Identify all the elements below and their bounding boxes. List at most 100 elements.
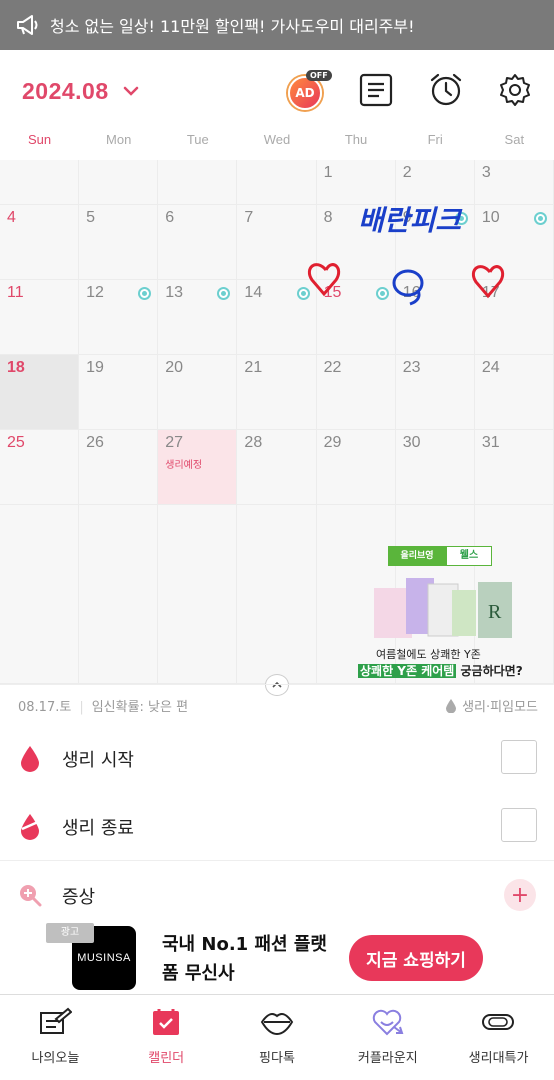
mode-toggle[interactable]: 생리·피임모드 xyxy=(446,696,538,715)
day-number: 5 xyxy=(86,209,96,226)
weekday-label: Sat xyxy=(504,132,525,147)
day-number: 25 xyxy=(7,434,25,451)
predicted-period-tag: 생리예정 xyxy=(165,460,203,471)
shop-now-button[interactable]: 지금 쇼핑하기 xyxy=(349,935,483,981)
calendar-day-cell[interactable]: 24 xyxy=(474,355,554,430)
lips-icon xyxy=(260,1013,293,1036)
heart-smile-icon xyxy=(373,1009,404,1036)
calendar-day-cell[interactable]: 28 xyxy=(237,430,317,505)
calendar-day-cell[interactable]: 21 xyxy=(237,355,317,430)
day-number: 13 xyxy=(165,284,184,301)
calendar-day-cell[interactable] xyxy=(158,160,238,205)
period-end-checkbox[interactable] xyxy=(501,808,537,842)
weekday-label: Fri xyxy=(427,132,443,147)
ad-banner[interactable]: MUSINSA 광고 국내 No.1 패션 플랫폼 무신사 지금 쇼핑하기 xyxy=(0,922,554,994)
diary-icon xyxy=(40,1007,72,1034)
calendar-empty-cell xyxy=(158,505,238,684)
ad-text: 국내 No.1 패션 플랫폼 무신사 xyxy=(162,934,327,984)
calendar-day-cell[interactable]: 20 xyxy=(158,355,238,430)
calendar-day-cell[interactable]: 6 xyxy=(158,205,238,280)
ad-line2-rest: 궁금하다면? xyxy=(456,664,523,678)
calendar-header: 2024.08 AD OFF xyxy=(0,60,554,124)
nav-calendar[interactable]: 캘린더 xyxy=(111,995,222,1080)
nav-pad-deals[interactable]: 생리대특가 xyxy=(443,995,554,1080)
day-number: 19 xyxy=(86,359,104,376)
period-end-label: 생리 종료 xyxy=(62,818,134,839)
calendar-day-cell[interactable]: 29 xyxy=(316,430,396,505)
period-start-row[interactable]: 생리 시작 xyxy=(0,724,554,792)
symptom-search-icon xyxy=(20,885,42,907)
pad-icon xyxy=(482,1014,515,1030)
calendar-day-cell[interactable]: 4 xyxy=(0,205,80,280)
blood-drop-icon xyxy=(21,746,39,772)
weekday-label: Mon xyxy=(106,132,132,147)
nav-label: 핑다톡 xyxy=(259,1051,295,1066)
nav-label: 나의오늘 xyxy=(31,1051,80,1066)
symptom-label: 증상 xyxy=(62,887,96,908)
ovulation-marker-icon xyxy=(138,287,152,300)
drop-icon xyxy=(446,698,457,713)
calendar-day-cell[interactable]: 12 xyxy=(79,280,159,355)
day-number: 6 xyxy=(165,209,175,226)
ad-line1: 여름철에도 상쾌한 Y존 xyxy=(376,648,481,661)
calendar-day-cell[interactable]: 13 xyxy=(158,280,238,355)
alarm-icon[interactable] xyxy=(428,72,464,108)
calendar-empty-cell xyxy=(79,505,159,684)
day-number: 24 xyxy=(481,359,500,376)
memo-icon[interactable] xyxy=(358,72,394,108)
gear-icon[interactable] xyxy=(497,72,533,108)
calendar-day-cell[interactable] xyxy=(79,160,159,205)
handwriting-sticker: 배란피크 xyxy=(307,204,505,306)
calendar-day-cell[interactable]: 27 생리예정 xyxy=(158,430,238,505)
weekday-label: Sun xyxy=(27,132,52,147)
calendar-day-cell[interactable]: 25 xyxy=(0,430,80,505)
chevron-down-icon[interactable] xyxy=(122,82,140,100)
notice-banner[interactable]: 청소 없는 일상! 11만원 할인팩! 가사도우미 대리주부! xyxy=(0,0,554,50)
calendar-day-cell[interactable]: 11 xyxy=(0,280,80,355)
ad-highlight: 상쾌한 Y존 케어템 xyxy=(358,664,457,678)
day-number: 26 xyxy=(86,434,104,451)
period-end-row[interactable]: 생리 종료 xyxy=(0,792,554,860)
period-start-label: 생리 시작 xyxy=(62,750,134,771)
period-start-checkbox[interactable] xyxy=(501,740,537,774)
calendar-day-cell[interactable]: 30 xyxy=(395,430,475,505)
nav-label: 생리대특가 xyxy=(468,1051,529,1066)
info-bar: 08.17.토 | 임신확률: 낮은 편 생리·피임모드 xyxy=(0,684,554,724)
svg-text:R: R xyxy=(488,601,502,623)
calendar-empty-cell xyxy=(0,505,80,684)
calendar-day-cell[interactable]: 26 xyxy=(79,430,159,505)
selected-date-info: 08.17.토 | 임신확률: 낮은 편 xyxy=(18,700,189,715)
calendar-day-cell[interactable]: 23 xyxy=(395,355,475,430)
blood-drop-half-icon xyxy=(21,814,39,840)
nav-talk[interactable]: 핑다톡 xyxy=(222,995,333,1080)
nav-my-today[interactable]: 나의오늘 xyxy=(0,995,111,1080)
nav-label: 커플라운지 xyxy=(357,1051,418,1066)
mode-label: 생리·피임모드 xyxy=(462,700,538,715)
calendar-empty-cell xyxy=(237,505,317,684)
calendar-day-cell[interactable]: 31 xyxy=(474,430,554,505)
day-number: 31 xyxy=(481,434,500,451)
day-number: 3 xyxy=(481,164,491,181)
ad-off-button[interactable]: AD OFF xyxy=(286,70,332,110)
weekday-label: Thu xyxy=(344,132,368,147)
calendar-day-cell[interactable]: 19 xyxy=(79,355,159,430)
ad-badge: AD xyxy=(288,76,322,110)
add-symptom-button[interactable]: + xyxy=(504,879,536,911)
day-number: 1 xyxy=(323,164,333,181)
month-title[interactable]: 2024.08 xyxy=(22,78,109,105)
calendar-ad[interactable]: 올리브영 웰스 R 여름철에도 상쾌한 Y존 상쾌한 Y존 케어템 궁금하다면? xyxy=(356,546,534,682)
calendar-day-cell[interactable]: 18 xyxy=(0,355,80,430)
pregnancy-chance: 임신확률: 낮은 편 xyxy=(91,700,189,715)
nav-couple-lounge[interactable]: 커플라운지 xyxy=(332,995,443,1080)
day-number: 29 xyxy=(323,434,342,451)
ad-logos: 올리브영 웰스 xyxy=(388,546,492,566)
calendar-day-cell[interactable] xyxy=(0,160,80,205)
weekday-label: Wed xyxy=(263,132,291,147)
wellth-logo: 웰스 xyxy=(446,546,492,566)
calendar-day-cell[interactable]: 5 xyxy=(79,205,159,280)
calendar-day-cell[interactable]: 22 xyxy=(316,355,396,430)
symptom-row[interactable]: 증상 + xyxy=(0,861,554,929)
day-number: 27 xyxy=(165,434,184,451)
selected-date: 08.17.토 xyxy=(18,700,72,715)
ad-line2: 상쾌한 Y존 케어템 궁금하다면? xyxy=(358,662,523,679)
